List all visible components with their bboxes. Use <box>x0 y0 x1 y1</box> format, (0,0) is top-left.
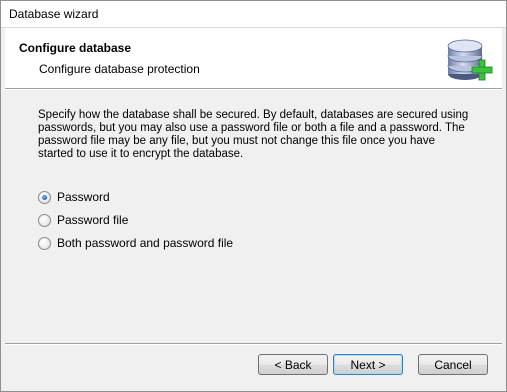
footer-divider <box>5 343 502 345</box>
window-title: Database wizard <box>9 7 99 21</box>
database-add-icon <box>447 39 493 81</box>
radio-button-both[interactable] <box>38 236 51 250</box>
radio-password-file[interactable]: Password file <box>38 212 128 228</box>
page-subtitle: Configure database protection <box>39 62 200 76</box>
radio-label-password: Password <box>57 190 110 204</box>
wizard-header: Configure database Configure database pr… <box>5 28 502 88</box>
next-button[interactable]: Next > <box>333 354 403 375</box>
radio-button-password[interactable] <box>38 190 51 204</box>
back-button[interactable]: < Back <box>258 354 328 375</box>
radio-both[interactable]: Both password and password file <box>38 235 233 251</box>
radio-label-both: Both password and password file <box>57 236 234 250</box>
description-text: Specify how the database shall be secure… <box>38 109 469 160</box>
page-title: Configure database <box>19 41 132 55</box>
wizard-content: Configure database Configure database pr… <box>5 28 502 387</box>
header-divider <box>5 88 502 90</box>
radio-label-password-file: Password file <box>57 213 129 227</box>
radio-password[interactable]: Password <box>38 189 110 205</box>
title-bar[interactable]: Database wizard <box>1 1 506 28</box>
radio-button-password-file[interactable] <box>38 213 51 227</box>
wizard-window: Database wizard Configure database Confi… <box>0 0 507 392</box>
cancel-button[interactable]: Cancel <box>418 354 488 375</box>
